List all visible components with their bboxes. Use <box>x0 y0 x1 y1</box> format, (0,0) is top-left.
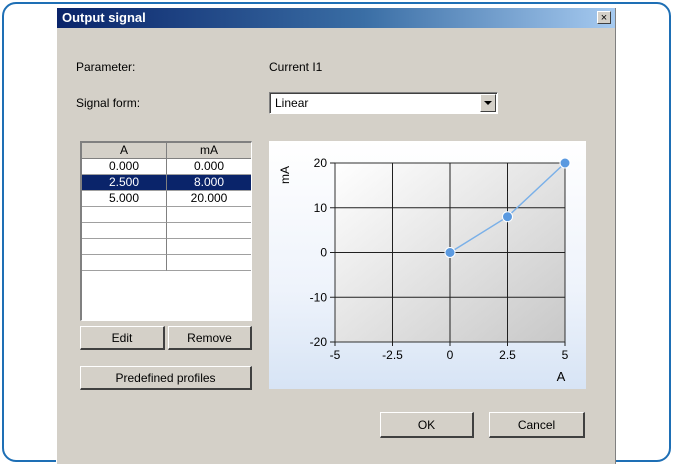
data-point <box>444 247 456 258</box>
data-point <box>502 211 513 223</box>
close-button[interactable]: × <box>597 11 611 24</box>
remove-button[interactable]: Remove <box>168 326 252 350</box>
data-point <box>559 157 571 169</box>
empty-table-row[interactable] <box>82 207 251 223</box>
predefined-profiles-button[interactable]: Predefined profiles <box>80 366 252 390</box>
cell-a[interactable]: 5.000 <box>82 191 167 207</box>
empty-table-row[interactable] <box>82 223 251 239</box>
x-tick-label: -5 <box>330 348 341 362</box>
signal-chart: -5 -2.5 0 2.5 5 20 10 0 -10 -20 AmA <box>278 156 571 384</box>
cell-a[interactable]: 0.000 <box>82 159 167 175</box>
y-tick-label: -10 <box>310 290 328 304</box>
x-tick-label: 0 <box>447 348 454 362</box>
signal-form-select[interactable]: Linear <box>269 92 498 114</box>
table-row[interactable]: 0.000 0.000 <box>82 159 251 175</box>
table-row[interactable]: 5.000 20.000 <box>82 191 251 207</box>
y-tick-label: -20 <box>310 335 328 349</box>
column-header-ma[interactable]: mA <box>167 143 251 159</box>
table-header: A mA <box>82 143 251 159</box>
x-tick-label: 2.5 <box>499 348 516 362</box>
edit-button[interactable]: Edit <box>80 326 165 350</box>
x-tick-label: 5 <box>562 348 569 362</box>
cell-ma[interactable]: 20.000 <box>167 191 251 207</box>
ok-button[interactable]: OK <box>380 412 474 438</box>
parameter-label: Parameter: <box>76 60 136 74</box>
cancel-button[interactable]: Cancel <box>489 412 585 438</box>
x-axis-label: A <box>557 369 566 384</box>
output-signal-dialog: Output signal × Parameter: Current I1 Si… <box>56 8 616 464</box>
parameter-value: Current I1 <box>269 60 323 74</box>
signal-form-value: Linear <box>275 96 309 110</box>
signal-form-label: Signal form: <box>76 96 141 110</box>
cell-ma[interactable]: 8.000 <box>167 175 251 191</box>
title-bar[interactable]: Output signal × <box>57 8 615 28</box>
chevron-down-icon[interactable] <box>480 94 496 112</box>
points-table[interactable]: A mA 0.000 0.000 2.500 8.000 5.000 20.00… <box>80 141 252 321</box>
chart-panel: -5 -2.5 0 2.5 5 20 10 0 -10 -20 AmA <box>269 141 586 389</box>
column-header-a[interactable]: A <box>82 143 167 159</box>
cell-ma[interactable]: 0.000 <box>167 159 251 175</box>
empty-table-row[interactable] <box>82 239 251 255</box>
empty-table-row[interactable] <box>82 255 251 271</box>
y-tick-label: 10 <box>314 201 328 215</box>
y-tick-label: 0 <box>320 246 327 260</box>
x-tick-label: -2.5 <box>382 348 403 362</box>
close-icon: × <box>600 12 608 24</box>
y-axis-label: mA <box>278 166 292 184</box>
dialog-title: Output signal <box>62 10 146 25</box>
y-tick-label: 20 <box>314 156 328 170</box>
cell-a[interactable]: 2.500 <box>82 175 167 191</box>
table-row[interactable]: 2.500 8.000 <box>82 175 251 191</box>
